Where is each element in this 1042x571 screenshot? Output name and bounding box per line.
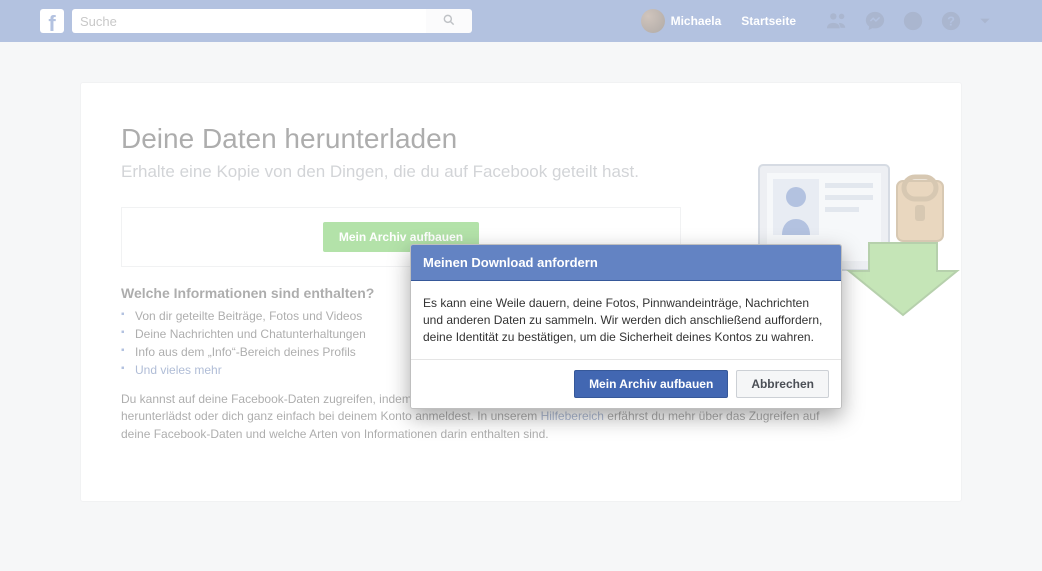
dialog-body: Es kann eine Weile dauern, deine Fotos, … — [411, 281, 841, 359]
download-dialog: Meinen Download anfordern Es kann eine W… — [410, 244, 842, 409]
modal-overlay: Meinen Download anfordern Es kann eine W… — [0, 0, 1042, 571]
confirm-button[interactable]: Mein Archiv aufbauen — [574, 370, 728, 398]
dialog-title: Meinen Download anfordern — [411, 245, 841, 281]
dialog-footer: Mein Archiv aufbauen Abbrechen — [411, 359, 841, 408]
cancel-button[interactable]: Abbrechen — [736, 370, 829, 398]
